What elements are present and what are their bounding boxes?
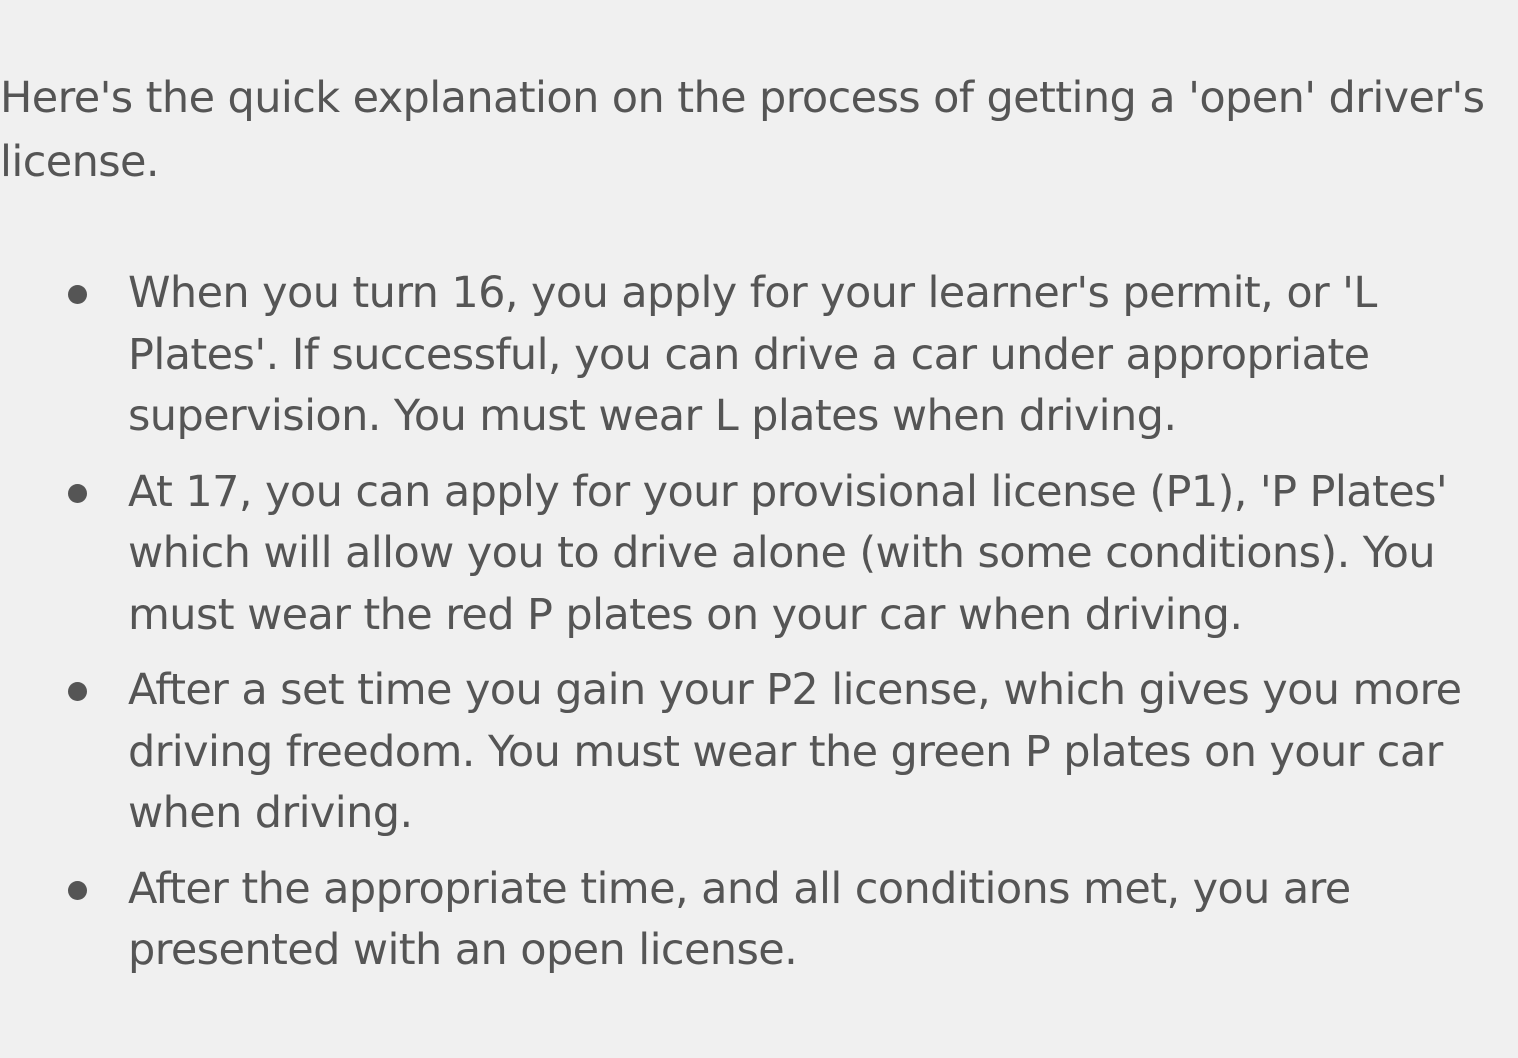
list-item-text: At 17, you can apply for your provisiona… (128, 466, 1448, 640)
list-item: After the appropriate time, and all cond… (0, 859, 1468, 982)
bullet-icon (68, 483, 87, 503)
license-steps-list: When you turn 16, you apply for your lea… (0, 263, 1500, 982)
page: { "intro": "Here's the quick explanation… (0, 0, 1518, 1058)
list-item: When you turn 16, you apply for your lea… (0, 263, 1468, 448)
article-content: Here's the quick explanation on the proc… (0, 66, 1500, 996)
list-item-text: When you turn 16, you apply for your lea… (128, 268, 1377, 441)
list-item-text: After the appropriate time, and all cond… (128, 863, 1351, 976)
list-item-text: After a set time you gain your P2 licens… (128, 665, 1462, 838)
bullet-icon (68, 682, 87, 701)
bullet-icon (68, 285, 87, 304)
bullet-icon (68, 880, 87, 900)
intro-paragraph: Here's the quick explanation on the proc… (0, 73, 1485, 187)
list-item: After a set time you gain your P2 licens… (0, 660, 1468, 845)
list-item: At 17, you can apply for your provisiona… (0, 462, 1468, 647)
